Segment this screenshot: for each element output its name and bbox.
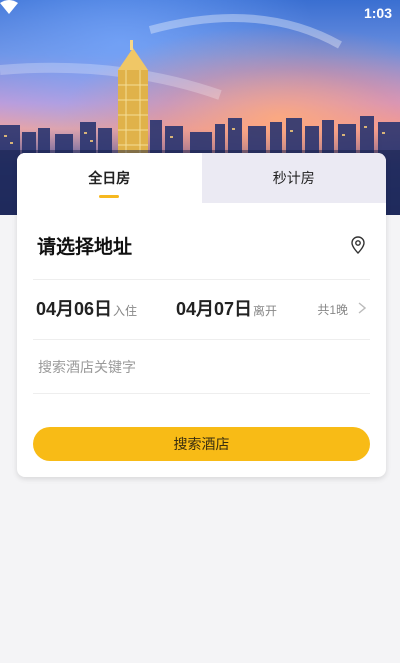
checkin-label: 入住 [113, 304, 138, 318]
checkout-date-value: 04月07日 [176, 299, 253, 319]
status-time: 1:03 [363, 5, 392, 21]
active-tab-indicator [99, 195, 120, 198]
address-label: 请选择地址 [37, 236, 133, 258]
hotel-search-screen: 1:03 全日房 秒计房 请选择地址 04月06日入住 04月07日离开 共1晚… [0, 0, 400, 663]
booking-card: 全日房 秒计房 请选择地址 04月06日入住 04月07日离开 共1晚 搜索酒店… [17, 153, 386, 477]
date-selector[interactable]: 04月06日入住 04月07日离开 共1晚 [33, 279, 370, 340]
room-type-tabs: 全日房 秒计房 [17, 153, 386, 203]
status-bar: 1:03 [0, 0, 400, 28]
tab-full-day[interactable]: 全日房 [17, 153, 202, 203]
tab-full-day-label: 全日房 [88, 170, 131, 186]
tab-hourly[interactable]: 秒计房 [201, 153, 386, 203]
address-selector[interactable]: 请选择地址 [33, 211, 370, 280]
tab-hourly-label: 秒计房 [272, 170, 315, 186]
keyword-search-row [33, 339, 370, 395]
checkout-date[interactable]: 04月07日离开 [176, 295, 277, 321]
search-hotel-button[interactable]: 搜索酒店 [33, 427, 370, 461]
checkin-date-value: 04月06日 [36, 299, 113, 319]
location-pin-icon[interactable] [350, 236, 366, 254]
chevron-right-icon [358, 302, 366, 314]
nights-count: 共1晚 [317, 303, 348, 317]
checkin-date[interactable]: 04月06日入住 [36, 295, 137, 321]
hotel-keyword-input[interactable] [36, 339, 360, 395]
checkout-label: 离开 [253, 304, 278, 318]
wifi-icon [0, 0, 18, 14]
